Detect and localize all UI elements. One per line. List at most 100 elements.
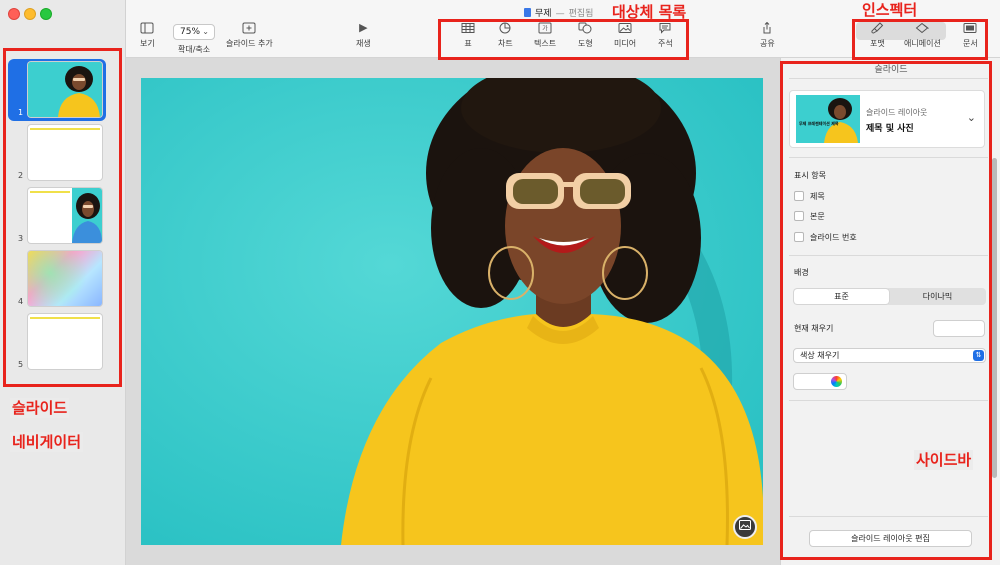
view-label: 보기 (140, 39, 155, 48)
close-window-button[interactable] (8, 8, 20, 20)
body-checkbox-label: 본문 (810, 212, 825, 221)
zoom-value: 75% (180, 27, 201, 37)
chevron-down-icon: ⌄ (202, 27, 209, 36)
maximize-window-button[interactable] (40, 8, 52, 20)
comment-button[interactable]: 주석 (658, 22, 673, 49)
edit-slide-layout-button[interactable]: 슬라이드 레이아웃 편집 (809, 530, 972, 547)
sidebar-annotation-label: 사이드바 (914, 450, 974, 470)
slide-number-2: 2 (18, 171, 24, 180)
display-items-title: 표시 항목 (794, 171, 826, 180)
title-checkbox-label: 제목 (810, 192, 825, 201)
slide-preview-4 (28, 251, 102, 306)
slide-canvas[interactable] (126, 58, 780, 565)
slide-navigator: 1 2 3 4 5 (0, 0, 126, 565)
standard-segment[interactable]: 표준 (794, 289, 889, 304)
body-checkbox-row[interactable]: 본문 (794, 211, 825, 222)
inspector-scrollbar[interactable] (992, 158, 997, 478)
slide-number-5: 5 (18, 360, 24, 369)
animate-button[interactable]: 애니메이션 (904, 22, 941, 49)
chart-icon (498, 22, 512, 34)
slide-number-1: 1 (18, 108, 24, 117)
color-wheel-icon[interactable] (831, 376, 842, 387)
shape-button[interactable]: 도형 (578, 22, 593, 49)
document-title: 무제 — 편집됨 (524, 6, 593, 19)
slide-preview-3 (28, 188, 102, 243)
photo-icon (618, 22, 632, 34)
navigator-annotation-label-2: 네비게이터 (10, 432, 84, 452)
chart-label: 차트 (498, 39, 513, 48)
share-label: 공유 (760, 39, 775, 48)
object-list-annotation-label: 대상체 목록 (612, 3, 687, 21)
title-placeholder-line (30, 128, 100, 130)
media-label: 미디어 (614, 39, 637, 48)
share-button[interactable]: 공유 (760, 21, 775, 49)
slide-thumbnail-2[interactable]: 2 (0, 122, 126, 182)
dynamic-segment[interactable]: 다이나믹 (890, 289, 985, 304)
comment-icon (658, 22, 672, 34)
add-slide-icon (242, 22, 256, 34)
body-checkbox[interactable] (794, 211, 804, 221)
current-fill-label: 현재 채우기 (794, 324, 834, 333)
current-slide[interactable] (141, 78, 763, 545)
text-box-icon: 가 (538, 22, 552, 34)
share-icon (760, 21, 774, 34)
shape-icon (578, 22, 592, 34)
view-button[interactable]: 보기 (140, 22, 155, 49)
title-checkbox[interactable] (794, 191, 804, 201)
format-button[interactable]: 포맷 (870, 22, 885, 49)
divider (789, 255, 988, 256)
inspector-header: 슬라이드 (874, 65, 908, 75)
edit-status: 편집됨 (568, 9, 594, 19)
paintbrush-icon (870, 22, 884, 34)
table-icon (461, 22, 475, 34)
slide-photo[interactable] (141, 78, 763, 545)
svg-text:가: 가 (542, 25, 548, 33)
slide-thumbnail-1[interactable]: 1 (0, 59, 126, 121)
divider (789, 516, 988, 517)
background-mode-segmented-control: 표준 다이나믹 (793, 288, 986, 305)
inspector-sidebar: 슬라이드 무제 프레젠테이션 제목 슬라이드 레이아웃 제목 및 사진 ⌄ 표시… (780, 58, 1000, 565)
title-placeholder-line (30, 317, 100, 319)
slide-layout-picker[interactable]: 무제 프레젠테이션 제목 슬라이드 레이아웃 제목 및 사진 ⌄ (789, 90, 985, 148)
keynote-document-icon (524, 8, 531, 17)
document-name: 무제 (535, 9, 552, 19)
divider (789, 157, 988, 158)
comment-label: 주석 (658, 39, 673, 48)
background-title: 배경 (794, 268, 809, 277)
slide-number-checkbox[interactable] (794, 232, 804, 242)
slide-number-checkbox-row[interactable]: 슬라이드 번호 (794, 232, 857, 243)
minimize-window-button[interactable] (24, 8, 36, 20)
slide-preview-2 (28, 125, 102, 180)
photo-icon (739, 520, 751, 530)
fill-type-select[interactable]: 색상 채우기 ⇅ (793, 348, 986, 363)
replace-image-button[interactable] (733, 515, 757, 539)
title-placeholder-line (30, 191, 70, 193)
color-well[interactable] (793, 373, 847, 390)
slide-preview-5 (28, 314, 102, 369)
zoom-select[interactable]: 75% ⌄ (173, 24, 215, 40)
slide-preview-1 (28, 62, 102, 117)
fill-type-value: 색상 채우기 (800, 351, 840, 360)
updown-chevron-icon: ⇅ (973, 350, 984, 361)
document-button[interactable]: 문서 (963, 22, 978, 49)
play-label: 재생 (356, 39, 371, 48)
shape-label: 도형 (578, 39, 593, 48)
animate-label: 애니메이션 (904, 39, 941, 48)
document-label: 문서 (963, 39, 978, 48)
slide-number-checkbox-label: 슬라이드 번호 (810, 233, 857, 242)
table-button[interactable]: 표 (461, 22, 475, 49)
slide-thumbnail-4[interactable]: 4 (0, 248, 126, 308)
current-fill-swatch[interactable] (933, 320, 985, 337)
layout-name: 제목 및 사진 (866, 124, 914, 134)
text-button[interactable]: 가 텍스트 (534, 22, 556, 49)
chevron-down-icon: ⌄ (966, 111, 976, 124)
slide-thumbnail-5[interactable]: 5 (0, 311, 126, 371)
chart-button[interactable]: 차트 (498, 22, 513, 49)
play-button[interactable]: ▶ 재생 (356, 22, 371, 49)
divider (789, 78, 988, 79)
media-button[interactable]: 미디어 (614, 22, 636, 49)
title-checkbox-row[interactable]: 제목 (794, 191, 825, 202)
slide-thumbnail-3[interactable]: 3 (0, 185, 126, 245)
add-slide-button[interactable]: 슬라이드 추가 (226, 22, 273, 49)
play-icon: ▶ (359, 21, 368, 34)
